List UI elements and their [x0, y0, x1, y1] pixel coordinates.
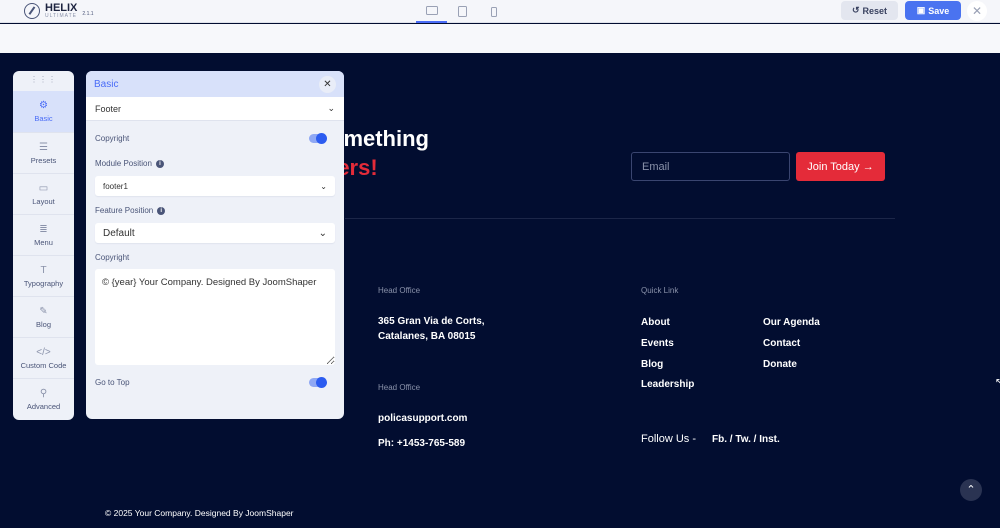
sidebar-item-advanced[interactable]: ⚲ Advanced [13, 378, 74, 419]
sidebar-item-custom-code[interactable]: </> Custom Code [13, 337, 74, 378]
save-button[interactable]: ▣ Save [905, 1, 961, 20]
options-panel: Basic ✕ Footer ⌄ Copyright Module Position… [86, 71, 344, 419]
newsletter-headline: omething [330, 126, 429, 151]
scroll-to-top-button[interactable]: ⌃ [960, 479, 982, 501]
follow-us-label: Follow Us - [641, 433, 697, 445]
mobile-view-button[interactable] [478, 0, 509, 23]
custom-code-icon: </> [36, 346, 51, 358]
mobile-icon [490, 6, 497, 17]
basic-icon: ⚙ [39, 100, 48, 111]
link-leadership[interactable]: Leadership [641, 377, 694, 392]
feature-position-label: Feature Position [95, 206, 154, 215]
sidebar-item-label: Basic [34, 114, 53, 123]
feature-position-value: Default [103, 227, 135, 239]
copyright-textarea[interactable]: © {year} Your Company. Designed By JoomS… [95, 269, 335, 365]
sidebar-item-label: Menu [34, 237, 53, 247]
sidebar-item-label: Presets [30, 155, 57, 165]
save-icon: ▣ [916, 5, 926, 15]
phone: Ph: +1453-765-589 [378, 438, 466, 449]
app-version: 2.1.1 [82, 11, 94, 17]
go-to-top-toggle[interactable] [309, 376, 327, 388]
close-icon[interactable]: ✕ [967, 1, 987, 21]
sidebar-item-label: Custom Code [20, 360, 67, 370]
save-label: Save [928, 5, 950, 16]
presets-icon: ☰ [39, 141, 48, 153]
menu-icon: ≣ [39, 223, 48, 235]
module-position-label: Module Position [95, 159, 152, 168]
module-position-value: footer1 [103, 181, 128, 191]
section-value: Footer [95, 103, 122, 114]
sidebar-item-typography[interactable]: T Typography [13, 255, 74, 296]
sidebar-item-basic[interactable]: ⚙ Basic [13, 91, 74, 132]
info-icon[interactable]: i [155, 159, 164, 168]
sidebar-item-label: Typography [23, 278, 64, 288]
social-links[interactable]: Fb. / Tw. / Inst. [712, 432, 780, 447]
support-email-link[interactable]: policasupport.com [378, 411, 467, 426]
link-our-agenda[interactable]: Our Agenda [763, 315, 820, 330]
page-header-strip [0, 24, 1000, 53]
feature-position-select[interactable]: Default ⌄ [95, 223, 335, 243]
cursor-icon: ↖ [995, 377, 1000, 388]
chevron-down-icon: ⌄ [320, 181, 327, 191]
link-blog[interactable]: Blog [641, 357, 663, 372]
options-sidebar: ⋮⋮⋮ ⚙ Basic ☰ Presets ▭ Layout ≣ Menu T Typograph… [13, 71, 74, 420]
copyright-text-label: Copyright [95, 253, 130, 262]
address-line-1: 365 Gran Via de Corts, [378, 316, 485, 327]
address-line-2: Catalanes, BA 08015 [378, 331, 476, 342]
copyright-toggle[interactable] [309, 132, 327, 144]
info-icon[interactable]: i [157, 206, 166, 215]
blog-icon: ✎ [39, 305, 48, 317]
site-copyright: © 2025 Your Company. Designed By JoomSha… [105, 508, 294, 518]
sidebar-item-menu[interactable]: ≣ Menu [13, 214, 74, 255]
link-contact[interactable]: Contact [763, 336, 800, 351]
drag-handle-icon[interactable]: ⋮⋮⋮ [13, 71, 74, 91]
sidebar-item-label: Blog [35, 319, 51, 329]
section-select[interactable]: Footer ⌄ [86, 97, 344, 121]
reset-button[interactable]: ↺ Reset [841, 1, 898, 20]
divider [345, 218, 895, 219]
sidebar-item-label: Layout [32, 196, 55, 206]
tablet-icon [458, 6, 467, 17]
typography-icon: T [40, 264, 47, 276]
module-position-select[interactable]: footer1 ⌄ [95, 176, 335, 196]
advanced-icon: ⚲ [39, 387, 48, 399]
panel-title: Basic [94, 78, 119, 90]
chevron-down-icon: ⌄ [327, 103, 335, 113]
sidebar-item-blog[interactable]: ✎ Blog [13, 296, 74, 337]
join-today-button[interactable]: Join Today → [796, 152, 885, 181]
logo-icon [24, 3, 40, 19]
copyright-toggle-label: Copyright [95, 134, 130, 143]
helix-logo: HELIX ULTIMATE 2.1.1 [24, 1, 94, 19]
reset-label: Reset [862, 5, 888, 16]
sidebar-item-presets[interactable]: ☰ Presets [13, 132, 74, 173]
link-donate[interactable]: Donate [763, 357, 797, 372]
app-name: HELIX [45, 1, 78, 14]
app-subtitle: ULTIMATE [45, 12, 77, 19]
tablet-view-button[interactable] [447, 0, 478, 23]
head-office-label: Head Office [378, 383, 421, 392]
layout-icon: ▭ [38, 182, 49, 194]
desktop-view-button[interactable] [416, 0, 447, 23]
head-office-label: Head Office [378, 286, 421, 295]
panel-close-icon[interactable]: ✕ [319, 75, 336, 93]
sidebar-item-label: Advanced [26, 401, 61, 411]
sidebar-item-layout[interactable]: ▭ Layout [13, 173, 74, 214]
link-about[interactable]: About [641, 315, 670, 330]
quick-link-label: Quick Link [641, 286, 679, 295]
go-to-top-label: Go to Top [95, 378, 130, 387]
link-events[interactable]: Events [641, 336, 674, 351]
email-input[interactable]: Email [631, 152, 790, 181]
desktop-icon [425, 6, 438, 15]
reset-icon: ↺ [851, 5, 860, 15]
chevron-down-icon: ⌄ [318, 227, 327, 239]
top-toolbar: HELIX ULTIMATE 2.1.1 ↺ Reset ▣ Save ✕ [0, 0, 1000, 23]
